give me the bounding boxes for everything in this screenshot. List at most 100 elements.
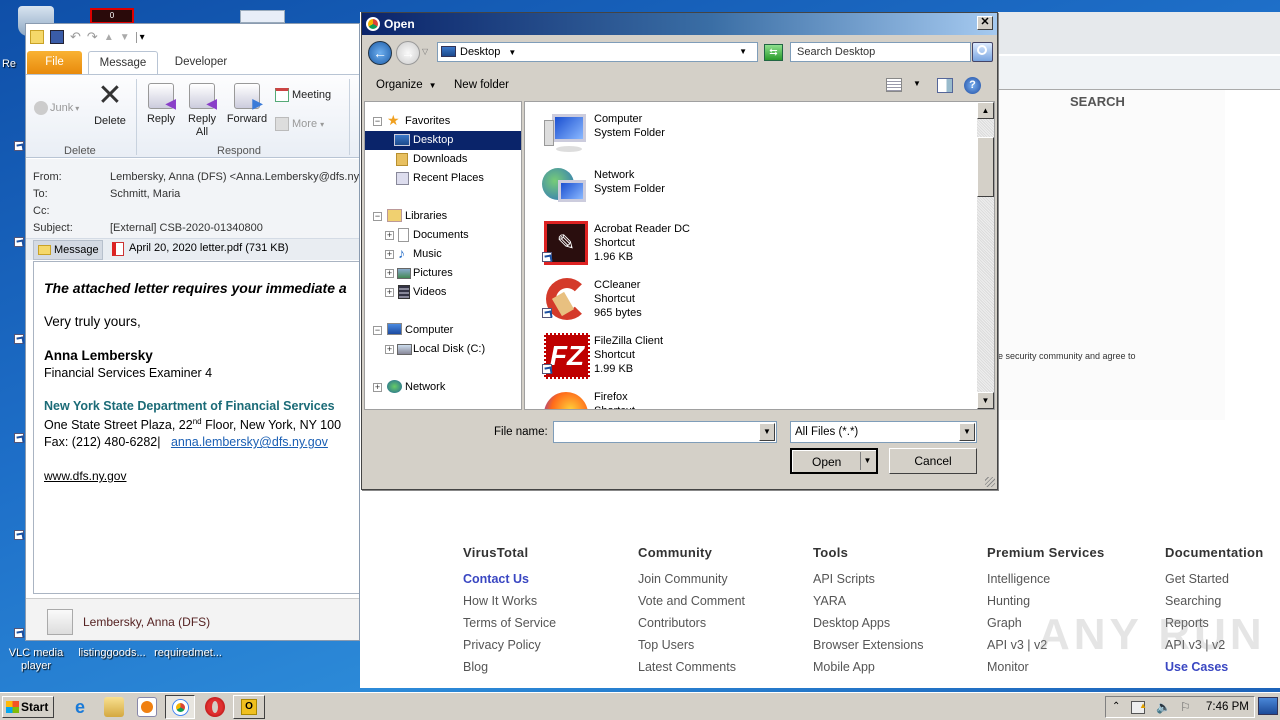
network-warning-icon[interactable]: ▲ xyxy=(1131,701,1147,714)
vertical-scrollbar[interactable]: ▲ ▼ xyxy=(977,102,994,409)
meeting-button[interactable]: Meeting xyxy=(275,88,331,102)
nav-desktop[interactable]: Desktop xyxy=(365,131,521,150)
opera-icon[interactable] xyxy=(205,697,225,717)
footer-link-intelligence[interactable]: Intelligence xyxy=(987,572,1105,594)
footer-link-get-started[interactable]: Get Started xyxy=(1165,572,1264,594)
footer-link-desktop-apps[interactable]: Desktop Apps xyxy=(813,616,923,638)
reply-all-button[interactable]: ◀ Reply All xyxy=(183,83,221,139)
expand-icon[interactable]: + xyxy=(385,250,394,259)
outlook-taskbar-button[interactable]: O xyxy=(233,695,265,719)
new-folder-button[interactable]: New folder xyxy=(454,79,509,91)
collapse-icon[interactable]: − xyxy=(373,212,382,221)
desktop-icon-listinggoods[interactable]: listinggoods... xyxy=(72,647,152,660)
clock[interactable]: 7:46 PM xyxy=(1206,697,1249,717)
footer-link-how-it-works[interactable]: How It Works xyxy=(463,594,556,616)
address-dropdown-icon[interactable]: ▼ xyxy=(739,43,747,61)
view-options-icon[interactable] xyxy=(886,78,902,92)
sig-website-link[interactable]: www.dfs.ny.gov xyxy=(44,469,126,483)
close-button[interactable]: ✕ xyxy=(977,16,993,30)
preview-pane-icon[interactable] xyxy=(937,78,953,93)
help-icon[interactable]: ? xyxy=(964,77,981,94)
file-name-input[interactable]: ▼ xyxy=(553,421,777,443)
nav-videos[interactable]: + Videos xyxy=(365,283,521,302)
footer-link-monitor[interactable]: Monitor xyxy=(987,660,1105,682)
expand-icon[interactable]: + xyxy=(385,231,394,240)
footer-link-vote[interactable]: Vote and Comment xyxy=(638,594,745,616)
show-desktop-button[interactable] xyxy=(1258,697,1278,715)
scroll-thumb[interactable] xyxy=(977,137,994,197)
footer-link-browser-ext[interactable]: Browser Extensions xyxy=(813,638,923,660)
tab-message[interactable]: Message xyxy=(88,51,158,74)
expand-icon[interactable]: + xyxy=(385,269,394,278)
open-split-dropdown[interactable]: ▼ xyxy=(860,452,874,470)
forward-button[interactable]: ▶ Forward xyxy=(224,83,270,126)
reply-button[interactable]: ◀ Reply xyxy=(142,83,180,126)
sig-email-link[interactable]: anna.lembersky@dfs.ny.gov xyxy=(171,435,328,449)
search-input[interactable]: Search Desktop xyxy=(790,42,971,62)
expand-icon[interactable]: + xyxy=(373,383,382,392)
tab-developer[interactable]: Developer xyxy=(166,51,236,74)
footer-link-yara[interactable]: YARA xyxy=(813,594,923,616)
forward-button[interactable]: → xyxy=(396,41,420,65)
desktop-icon-vlc[interactable]: VLC media player xyxy=(0,647,72,673)
file-name-dropdown[interactable]: ▼ xyxy=(759,423,775,441)
chrome-taskbar-button[interactable] xyxy=(165,695,195,719)
footer-link-api-scripts[interactable]: API Scripts xyxy=(813,572,923,594)
pdf-attachment[interactable]: April 20, 2020 letter.pdf (731 KB) xyxy=(112,242,289,256)
media-player-icon[interactable] xyxy=(137,697,157,717)
view-dropdown-icon[interactable]: ▼ xyxy=(913,79,921,88)
nav-libraries[interactable]: − Libraries xyxy=(367,207,517,226)
customize-qat-icon[interactable]: ▾ xyxy=(135,31,145,43)
vt-search-tab[interactable]: SEARCH xyxy=(1070,94,1125,109)
file-item-ccleaner[interactable]: CCleaner Shortcut 965 bytes xyxy=(540,274,840,326)
back-button[interactable]: ← xyxy=(368,41,392,65)
nav-network[interactable]: + Network xyxy=(367,378,517,397)
delete-button[interactable]: ✕ Delete xyxy=(92,81,128,128)
nav-recent-places[interactable]: Recent Places xyxy=(365,169,521,188)
to-value[interactable]: Schmitt, Maria xyxy=(110,188,180,200)
footer-link-contributors[interactable]: Contributors xyxy=(638,616,745,638)
expand-icon[interactable]: + xyxy=(385,345,394,354)
organize-button[interactable]: Organize ▼ xyxy=(376,79,437,91)
file-item-acrobat[interactable]: ✎ Acrobat Reader DC Shortcut 1.96 KB xyxy=(540,218,840,270)
redo-icon[interactable]: ↷ xyxy=(87,29,98,45)
file-item-filezilla[interactable]: FZ FileZilla Client Shortcut 1.99 KB xyxy=(540,330,840,382)
nav-pictures[interactable]: + Pictures xyxy=(365,264,521,283)
undo-icon[interactable]: ↶ xyxy=(70,29,81,45)
volume-icon[interactable]: 🔈 xyxy=(1156,697,1171,717)
search-icon[interactable] xyxy=(972,42,993,62)
nav-downloads[interactable]: Downloads xyxy=(365,150,521,169)
collapse-icon[interactable]: − xyxy=(373,117,382,126)
file-item-firefox[interactable]: FirefoxShortcut xyxy=(540,386,840,409)
internet-explorer-icon[interactable]: e xyxy=(70,697,90,717)
refresh-button[interactable]: ⇆ xyxy=(764,44,783,61)
cancel-button[interactable]: Cancel xyxy=(889,448,977,474)
file-type-dropdown[interactable]: ▼ xyxy=(959,423,975,441)
from-value[interactable]: Lembersky, Anna (DFS) <Anna.Lembersky@df… xyxy=(110,171,359,183)
next-item-icon[interactable]: ▼ xyxy=(120,32,130,43)
previous-item-icon[interactable]: ▲ xyxy=(104,32,114,43)
footer-link-terms[interactable]: Terms of Service xyxy=(463,616,556,638)
message-attachment-tab[interactable]: Message xyxy=(33,240,103,260)
collapse-icon[interactable]: − xyxy=(373,326,382,335)
expand-icon[interactable]: + xyxy=(385,288,394,297)
resize-grip[interactable] xyxy=(985,477,995,487)
save-icon[interactable] xyxy=(50,30,64,44)
footer-link-blog[interactable]: Blog xyxy=(463,660,556,682)
scroll-up-button[interactable]: ▲ xyxy=(977,102,994,119)
nav-local-disk[interactable]: + Local Disk (C:) xyxy=(365,340,521,359)
footer-link-mobile-app[interactable]: Mobile App xyxy=(813,660,923,682)
people-pane-name[interactable]: Lembersky, Anna (DFS) xyxy=(83,615,210,629)
footer-link-join[interactable]: Join Community xyxy=(638,572,745,594)
recent-pages-dropdown[interactable]: ▽ xyxy=(422,47,428,56)
junk-button[interactable]: Junk ▾ xyxy=(34,101,79,115)
file-item-network[interactable]: Network System Folder xyxy=(540,164,840,216)
nav-documents[interactable]: + Documents xyxy=(365,226,521,245)
footer-link-use-cases[interactable]: Use Cases xyxy=(1165,660,1264,682)
tab-file[interactable]: File xyxy=(27,51,82,74)
file-item-computer[interactable]: Computer System Folder xyxy=(540,108,840,160)
nav-computer[interactable]: − Computer xyxy=(367,321,517,340)
fax-document-icon[interactable] xyxy=(240,10,285,23)
nav-music[interactable]: + ♪ Music xyxy=(365,245,521,264)
footer-link-top-users[interactable]: Top Users xyxy=(638,638,745,660)
